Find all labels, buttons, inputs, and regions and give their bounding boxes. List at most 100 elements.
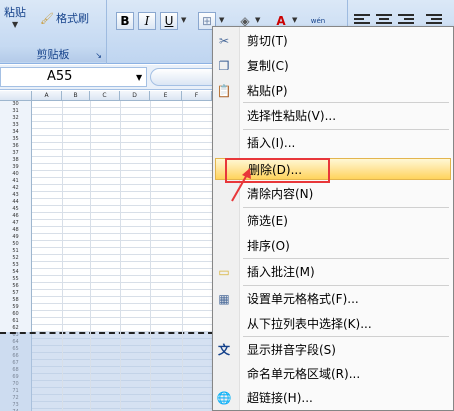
menu-item-label: 复制(C) (247, 59, 289, 73)
row-number[interactable]: 30 (0, 101, 32, 108)
gridline (182, 101, 183, 411)
row-number[interactable]: 43 (0, 192, 32, 199)
row-number[interactable]: 56 (0, 283, 32, 290)
row-number[interactable]: 36 (0, 143, 32, 150)
menu-item-clear-contents[interactable]: 清除内容(N) (240, 183, 451, 205)
select-all-corner[interactable] (0, 91, 32, 101)
fill-color-dropdown-icon[interactable]: ▼ (255, 16, 260, 24)
row-number[interactable]: 37 (0, 150, 32, 157)
gridline (150, 101, 151, 411)
row-number[interactable]: 50 (0, 241, 32, 248)
bold-button[interactable]: B (116, 12, 134, 30)
row-number[interactable]: 39 (0, 164, 32, 171)
menu-item-filter[interactable]: 筛选(E) (240, 210, 451, 232)
paste-icon: 📋 (216, 84, 232, 98)
menu-separator (243, 285, 449, 286)
menu-item-label: 排序(O) (247, 239, 290, 253)
menu-item-show-pinyin[interactable]: 文 显示拼音字段(S) (218, 339, 451, 361)
paste-dropdown-icon[interactable]: ▼ (12, 20, 18, 29)
row-number[interactable]: 55 (0, 276, 32, 283)
menu-item-insert-comment[interactable]: ▭ 插入批注(M) (218, 261, 451, 283)
row-number[interactable]: 31 (0, 108, 32, 115)
italic-button[interactable]: I (138, 12, 156, 30)
menu-item-label: 粘贴(P) (247, 84, 288, 98)
formula-input[interactable] (150, 68, 220, 86)
column-header-b[interactable]: B (62, 91, 90, 101)
row-number[interactable]: 41 (0, 178, 32, 185)
row-number[interactable]: 33 (0, 122, 32, 129)
row-number[interactable]: 52 (0, 255, 32, 262)
pinyin-icon: 文 (217, 343, 230, 357)
name-box[interactable]: A55 (0, 67, 147, 87)
name-box-dropdown-icon[interactable]: ▼ (136, 73, 142, 82)
underline-dropdown-icon[interactable]: ▼ (181, 16, 186, 24)
row-number[interactable]: 34 (0, 129, 32, 136)
menu-item-format-cells[interactable]: ▦ 设置单元格格式(F)... (218, 288, 451, 310)
comment-icon: ▭ (218, 265, 230, 279)
menu-item-label: 超链接(H)... (247, 391, 313, 405)
gridline (62, 101, 63, 411)
menu-item-cut[interactable]: ✂ 剪切(T) (219, 30, 451, 52)
column-header-a[interactable]: A (32, 91, 62, 101)
menu-separator (243, 207, 449, 208)
menu-item-label: 设置单元格格式(F)... (247, 292, 359, 306)
row-number[interactable]: 47 (0, 220, 32, 227)
row-number[interactable]: 42 (0, 185, 32, 192)
row-number[interactable]: 49 (0, 234, 32, 241)
column-header-c[interactable]: C (90, 91, 120, 101)
format-painter-button[interactable]: 🖌 格式刷 (40, 10, 89, 26)
menu-item-copy[interactable]: ❐ 复制(C) (219, 55, 451, 77)
paste-button-label[interactable]: 粘贴 (4, 4, 26, 20)
menu-item-label: 插入(I)... (247, 136, 296, 150)
row-number[interactable]: 44 (0, 199, 32, 206)
menu-item-hyperlink[interactable]: 🌐 超链接(H)... (217, 387, 451, 409)
underline-button[interactable]: U (160, 12, 178, 30)
menu-item-label: 剪切(T) (247, 34, 288, 48)
menu-item-label: 显示拼音字段(S) (247, 343, 336, 357)
column-header-d[interactable]: D (120, 91, 150, 101)
clipboard-launcher-icon[interactable]: ↘ (95, 51, 102, 60)
menu-item-sort[interactable]: 排序(O) (240, 235, 451, 257)
column-header-f[interactable]: F (182, 91, 212, 101)
context-menu: ✂ 剪切(T) ❐ 复制(C) 📋 粘贴(P) 选择性粘贴(V)... 插入(I)... 删除(… (212, 26, 454, 411)
gridline (90, 101, 91, 411)
format-painter-icon: 🖌 (40, 12, 54, 25)
menu-item-label: 筛选(E) (247, 214, 288, 228)
row-number[interactable]: 51 (0, 248, 32, 255)
menu-item-insert[interactable]: 插入(I)... (240, 132, 451, 154)
row-number[interactable]: 62 (0, 325, 32, 332)
row-number[interactable]: 60 (0, 311, 32, 318)
menu-item-label: 插入批注(M) (247, 265, 315, 279)
copy-icon: ❐ (218, 59, 230, 73)
menu-item-pick-from-list[interactable]: 从下拉列表中选择(K)... (240, 313, 451, 335)
menu-item-name-range[interactable]: 命名单元格区域(R)... (240, 363, 451, 385)
menu-item-paste[interactable]: 📋 粘贴(P) (217, 80, 451, 102)
menu-item-label: 选择性粘贴(V)... (247, 109, 337, 123)
menu-separator (243, 258, 449, 259)
row-number[interactable]: 57 (0, 290, 32, 297)
row-number[interactable]: 46 (0, 213, 32, 220)
row-number[interactable]: 58 (0, 297, 32, 304)
row-number[interactable]: 40 (0, 171, 32, 178)
row-number[interactable]: 59 (0, 304, 32, 311)
menu-separator (243, 102, 449, 103)
row-number[interactable]: 38 (0, 157, 32, 164)
format-cells-icon: ▦ (218, 292, 230, 306)
row-number[interactable]: 35 (0, 136, 32, 143)
row-number[interactable]: 61 (0, 318, 32, 325)
row-number[interactable]: 54 (0, 269, 32, 276)
border-dropdown-icon[interactable]: ▼ (219, 16, 224, 24)
menu-item-label: 从下拉列表中选择(K)... (247, 317, 372, 331)
column-header-e[interactable]: E (150, 91, 182, 101)
clipboard-group: 粘贴 ▼ 🖌 格式刷 剪贴板 ↘ (0, 0, 107, 64)
clipboard-group-label: 剪贴板 (0, 47, 106, 62)
scissors-icon: ✂ (218, 34, 230, 48)
gridline (120, 101, 121, 411)
row-number[interactable]: 53 (0, 262, 32, 269)
row-number[interactable]: 32 (0, 115, 32, 122)
row-number[interactable]: 48 (0, 227, 32, 234)
menu-item-paste-special[interactable]: 选择性粘贴(V)... (240, 105, 451, 127)
menu-item-label: 命名单元格区域(R)... (247, 367, 361, 381)
row-number[interactable]: 45 (0, 206, 32, 213)
font-color-dropdown-icon[interactable]: ▼ (292, 16, 297, 24)
